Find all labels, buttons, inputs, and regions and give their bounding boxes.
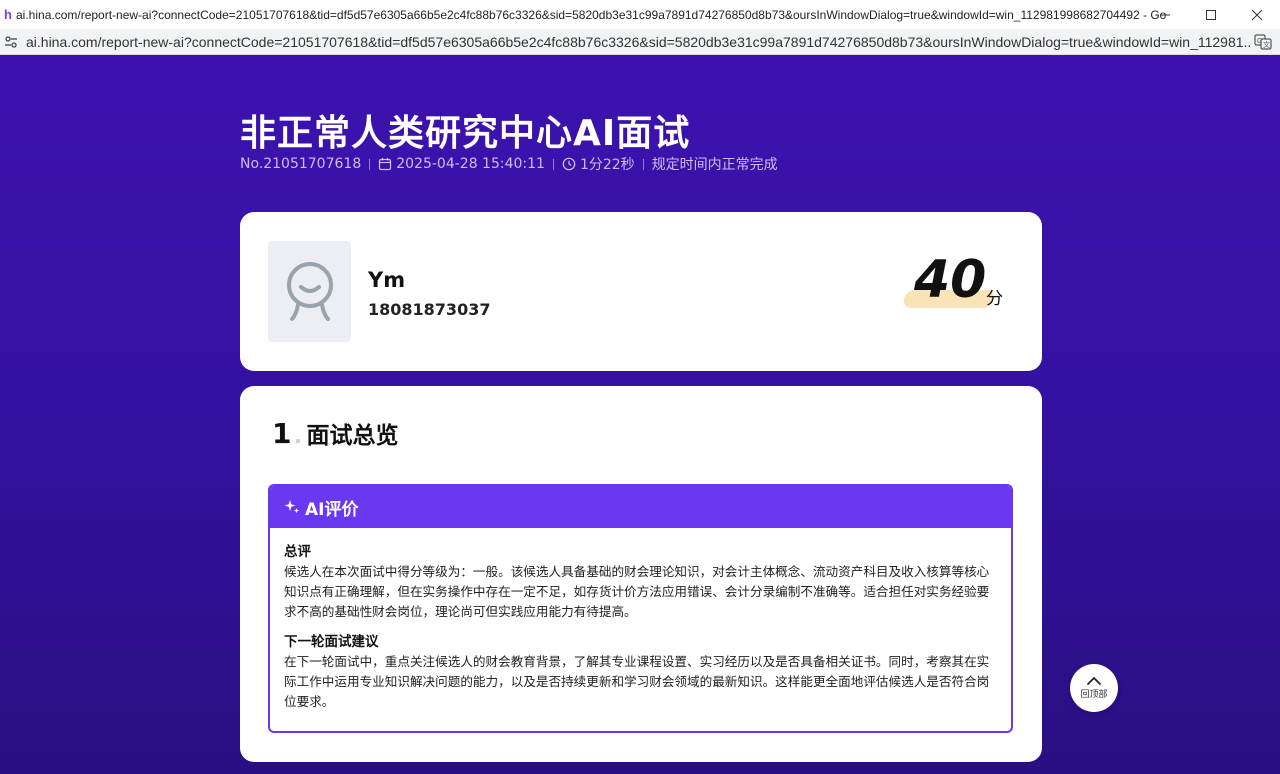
page-title: 非正常人类研究中心AI面试	[240, 113, 691, 154]
maximize-button[interactable]	[1188, 0, 1234, 29]
back-to-top-label: 回顶部	[1080, 690, 1108, 700]
default-avatar-icon	[286, 261, 333, 321]
site-settings-icon	[5, 35, 17, 48]
back-to-top-button[interactable]: 回顶部	[1070, 664, 1118, 712]
overview-card: 1 面试总览 AI评价 总评 候选人在本次面试中得分等级为：一般。该候选人具备基…	[240, 386, 1042, 762]
translate-icon[interactable]: G 文	[1254, 33, 1272, 51]
address-bar: ai.hina.com/report-new-ai?connectCode=21…	[0, 29, 1280, 55]
section-heading: 1 面试总览	[272, 416, 398, 450]
close-icon	[1251, 9, 1263, 20]
report-number: No.21051707618	[240, 156, 362, 172]
meta-divider	[369, 158, 371, 170]
report-meta: No.21051707618 2025-04-28 15:40:11 1分22秒…	[240, 154, 778, 174]
report-datetime: 2025-04-28 15:40:11	[396, 156, 545, 172]
next-round-text: 在下一轮面试中，重点关注候选人的财会教育背景，了解其专业课程设置、实习经历以及是…	[284, 654, 990, 709]
ai-evaluation-panel: AI评价 总评 候选人在本次面试中得分等级为：一般。该候选人具备基础的财会理论知…	[268, 484, 1013, 733]
section-title: 面试总览	[306, 423, 399, 449]
candidate-name: Ym	[368, 268, 406, 292]
avatar	[268, 241, 351, 342]
close-button[interactable]	[1234, 0, 1280, 29]
app-logo-icon: h	[4, 7, 12, 22]
svg-text:文: 文	[1263, 40, 1270, 49]
score-badge: 40 分	[902, 248, 1012, 318]
score-unit: 分	[986, 289, 1003, 309]
minimize-icon	[1160, 14, 1170, 15]
site-settings-button[interactable]	[0, 29, 22, 55]
url-field[interactable]: ai.hina.com/report-new-ai?connectCode=21…	[26, 34, 1251, 50]
calendar-icon	[379, 158, 392, 171]
maximize-icon	[1206, 9, 1216, 20]
candidate-phone: 18081873037	[368, 300, 491, 319]
minimize-button[interactable]	[1142, 0, 1188, 29]
clock-icon	[562, 157, 576, 171]
window-controls	[1142, 0, 1280, 29]
next-round-label: 下一轮面试建议	[284, 634, 379, 650]
section-number: 1	[272, 417, 292, 450]
chevron-up-icon	[1087, 677, 1101, 685]
report-status: 规定时间内正常完成	[651, 157, 778, 173]
window-titlebar: h ai.hina.com/report-new-ai?connectCode=…	[0, 0, 1280, 29]
score-value: 40	[914, 250, 987, 310]
window-title: ai.hina.com/report-new-ai?connectCode=21…	[16, 7, 1166, 22]
section-dot	[296, 439, 301, 443]
candidate-card: Ym 18081873037 40 分	[240, 212, 1042, 371]
report-duration: 1分22秒	[579, 157, 635, 173]
sparkle-icon	[284, 500, 300, 514]
ai-evaluation-header: AI评价	[270, 486, 1011, 528]
ai-evaluation-title: AI评价	[305, 499, 359, 520]
summary-label: 总评	[284, 544, 311, 560]
meta-divider	[552, 158, 554, 170]
meta-divider	[642, 158, 644, 170]
summary-text: 候选人在本次面试中得分等级为：一般。该候选人具备基础的财会理论知识，对会计主体概…	[284, 564, 990, 619]
ai-evaluation-body: 总评 候选人在本次面试中得分等级为：一般。该候选人具备基础的财会理论知识，对会计…	[270, 528, 1011, 712]
